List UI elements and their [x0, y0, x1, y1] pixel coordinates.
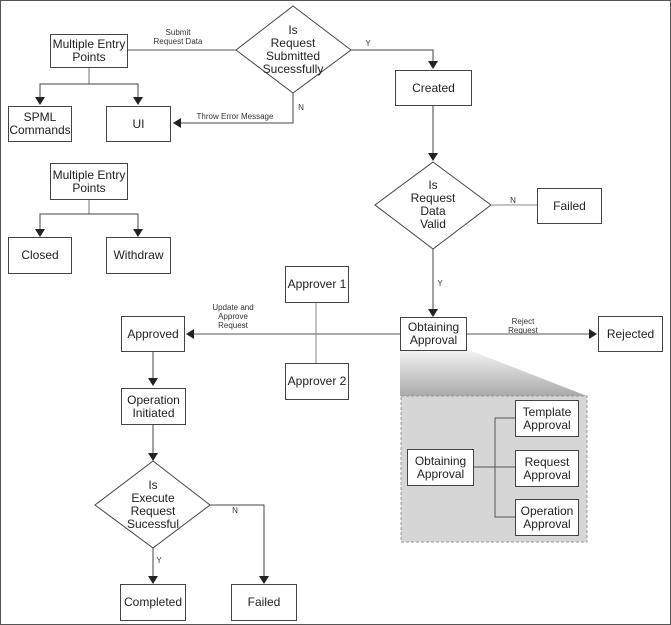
node-entry-points-1: Multiple Entry Points: [50, 34, 128, 68]
edge-execute-no: [210, 504, 269, 584]
decision-valid-label: Is Request Data Valid: [410, 178, 456, 231]
node-withdraw: Withdraw: [106, 237, 171, 274]
label-submit-request-data: Submit Request Data: [153, 28, 203, 46]
node-closed: Closed: [8, 237, 72, 274]
node-rejected: Rejected: [598, 316, 663, 352]
edge-entry2-to-withdraw: [89, 213, 143, 237]
label-valid-no: N: [510, 196, 516, 205]
edge-submitted-yes: [351, 49, 438, 69]
decision-submitted-label: Is Request Submitted Sucessfully: [262, 23, 324, 76]
decision-execute-label: Is Execute Request Sucessful: [126, 478, 180, 531]
node-entry-points-2: Multiple Entry Points: [50, 163, 128, 200]
label-valid-yes: Y: [437, 279, 443, 288]
node-created: Created: [395, 70, 472, 106]
detail-node-template-approval: Template Approval: [515, 400, 579, 437]
node-approver-1: Approver 1: [285, 266, 349, 303]
label-update-and-approve: Update and Approve Request: [212, 303, 254, 330]
edge-entry2-to-closed: [35, 213, 89, 237]
detail-node-obtaining-approval: Obtaining Approval: [407, 449, 474, 486]
label-reject-request: Reject Request: [508, 317, 538, 335]
node-approved: Approved: [121, 316, 185, 352]
zoom-callout-shade: [400, 350, 587, 396]
label-execute-yes: Y: [156, 556, 162, 565]
detail-node-request-approval: Request Approval: [515, 450, 579, 487]
label-submitted-no: N: [298, 103, 304, 112]
edge-entry-to-ui: [89, 83, 143, 105]
node-obtaining-approval: Obtaining Approval: [400, 317, 467, 351]
node-ui: UI: [106, 106, 171, 142]
detail-node-operation-approval: Operation Approval: [515, 499, 579, 536]
node-failed-validation: Failed: [537, 188, 602, 224]
edge-entry-to-spml: [35, 83, 89, 105]
node-failed-execution: Failed: [231, 584, 297, 621]
label-execute-no: N: [232, 506, 238, 515]
label-submitted-yes: Y: [365, 39, 371, 48]
label-throw-error-message: Throw Error Message: [196, 112, 274, 121]
node-completed: Completed: [120, 584, 186, 621]
node-spml-commands: SPML Commands: [8, 106, 72, 142]
node-approver-2: Approver 2: [285, 363, 349, 400]
node-operation-initiated: Operation Initiated: [121, 388, 186, 425]
